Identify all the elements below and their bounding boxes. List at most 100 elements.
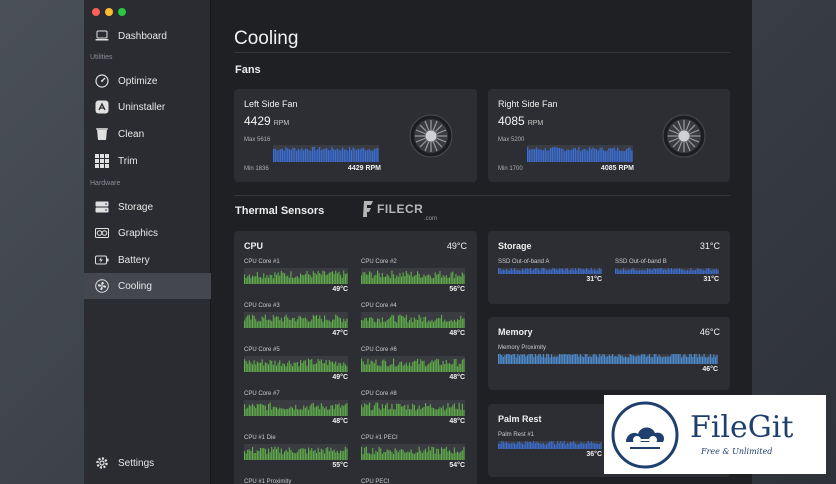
- graph-bar: [338, 317, 340, 328]
- graph-bar: [287, 275, 289, 284]
- graph-bar: [386, 319, 388, 328]
- graph-bar: [273, 148, 275, 162]
- graph-bar: [587, 150, 589, 162]
- sidebar-item-optimize[interactable]: Optimize: [84, 68, 211, 94]
- graph-bar: [340, 274, 342, 284]
- graph-bar: [308, 274, 310, 284]
- graph-bar: [369, 271, 371, 284]
- sidebar-item-settings[interactable]: Settings: [84, 450, 211, 476]
- graph-bar: [256, 450, 258, 460]
- graph-bar: [434, 360, 436, 372]
- graph-bar: [380, 277, 382, 284]
- graph-bar: [366, 150, 368, 162]
- graph-bar: [624, 356, 626, 364]
- graph-bar: [557, 441, 559, 449]
- graph-bar: [576, 354, 578, 364]
- graph-bar: [343, 318, 345, 328]
- graph-bar: [572, 148, 575, 162]
- graph-bar: [534, 149, 536, 162]
- graph-bar: [370, 360, 372, 372]
- graph-bar: [624, 151, 626, 162]
- graph-bar: [706, 357, 708, 364]
- graph-bar: [396, 403, 398, 416]
- sidebar-item-battery[interactable]: Battery: [84, 247, 211, 273]
- sidebar-item-dashboard[interactable]: Dashboard: [84, 23, 211, 49]
- graph-bar: [421, 321, 423, 328]
- graph-bar: [637, 355, 639, 364]
- sensor-graph: [244, 356, 348, 372]
- graph-bar: [690, 268, 692, 274]
- graph-bar: [541, 356, 543, 364]
- graph-bar: [428, 320, 430, 328]
- graph-bar: [558, 268, 560, 274]
- sidebar-item-label: Uninstaller: [118, 101, 166, 113]
- graph-bar: [285, 366, 287, 372]
- graph-bar: [647, 355, 649, 364]
- graph-bar: [272, 278, 274, 284]
- graph-bar: [615, 356, 617, 364]
- graph-bar: [336, 450, 338, 460]
- graph-bar: [681, 357, 683, 364]
- graph-bar: [532, 149, 534, 162]
- graph-bar: [707, 268, 709, 274]
- graph-bar: [434, 409, 436, 416]
- graph-bar: [578, 356, 580, 364]
- graph-bar: [332, 451, 334, 460]
- graph-bar: [689, 354, 691, 364]
- graph-bar: [263, 365, 265, 372]
- graph-bar: [526, 268, 528, 274]
- sidebar-item-storage[interactable]: Storage: [84, 194, 211, 220]
- graph-bar: [598, 444, 600, 449]
- graph-bar: [590, 268, 592, 274]
- graph-bar: [663, 356, 665, 364]
- graph-bar: [343, 405, 345, 416]
- graph-bar: [626, 270, 628, 274]
- graph-bar: [287, 362, 289, 372]
- graph-bar: [669, 356, 671, 364]
- graph-bar: [531, 443, 533, 449]
- sidebar-item-cooling[interactable]: Cooling: [84, 273, 211, 299]
- graph-bar: [279, 275, 281, 284]
- graph-bar: [343, 450, 345, 460]
- sensor-graph: [498, 354, 718, 364]
- sidebar-item-uninstaller[interactable]: Uninstaller: [84, 94, 211, 120]
- graph-bar: [399, 361, 401, 372]
- graph-bar: [581, 149, 584, 162]
- graph-bar: [282, 408, 284, 416]
- minimize-window-button[interactable]: [105, 8, 113, 16]
- graph-bar: [693, 270, 695, 274]
- sidebar-item-graphics[interactable]: Graphics: [84, 220, 211, 246]
- graph-bar: [590, 149, 592, 162]
- graph-bar: [601, 147, 603, 162]
- graph-bar: [520, 354, 522, 364]
- zoom-window-button[interactable]: [118, 8, 126, 16]
- graph-bar: [255, 408, 257, 416]
- fan-rpm: 4429 RPM: [244, 114, 289, 128]
- graph-bar: [576, 444, 578, 449]
- sensor-item: CPU Core #7 48°C: [244, 391, 348, 425]
- graph-bar: [501, 355, 503, 364]
- graph-bar: [607, 356, 609, 364]
- graph-bar: [429, 321, 431, 328]
- sidebar-item-clean[interactable]: Clean: [84, 121, 211, 147]
- sensor-item: CPU #1 PECI 54°C: [361, 435, 465, 469]
- graph-bar: [557, 356, 559, 364]
- graph-bar: [312, 364, 314, 372]
- sidebar-item-trim[interactable]: Trim: [84, 148, 211, 174]
- sensor-value: 48°C: [449, 418, 465, 425]
- graph-bar: [304, 148, 307, 162]
- graph-bar: [642, 269, 644, 274]
- sensor-item: CPU Core #6 48°C: [361, 347, 465, 381]
- graph-bar: [322, 321, 324, 328]
- graph-bar: [444, 448, 446, 460]
- graph-bar: [549, 441, 551, 449]
- graph-bar: [620, 355, 622, 364]
- graph-bar: [613, 147, 615, 162]
- graph-bar: [338, 271, 340, 284]
- graph-bar: [461, 359, 463, 372]
- graph-bar: [687, 357, 689, 364]
- close-window-button[interactable]: [92, 8, 100, 16]
- graph-bar: [463, 358, 465, 372]
- graph-bar: [314, 316, 316, 328]
- graph-bar: [565, 268, 567, 274]
